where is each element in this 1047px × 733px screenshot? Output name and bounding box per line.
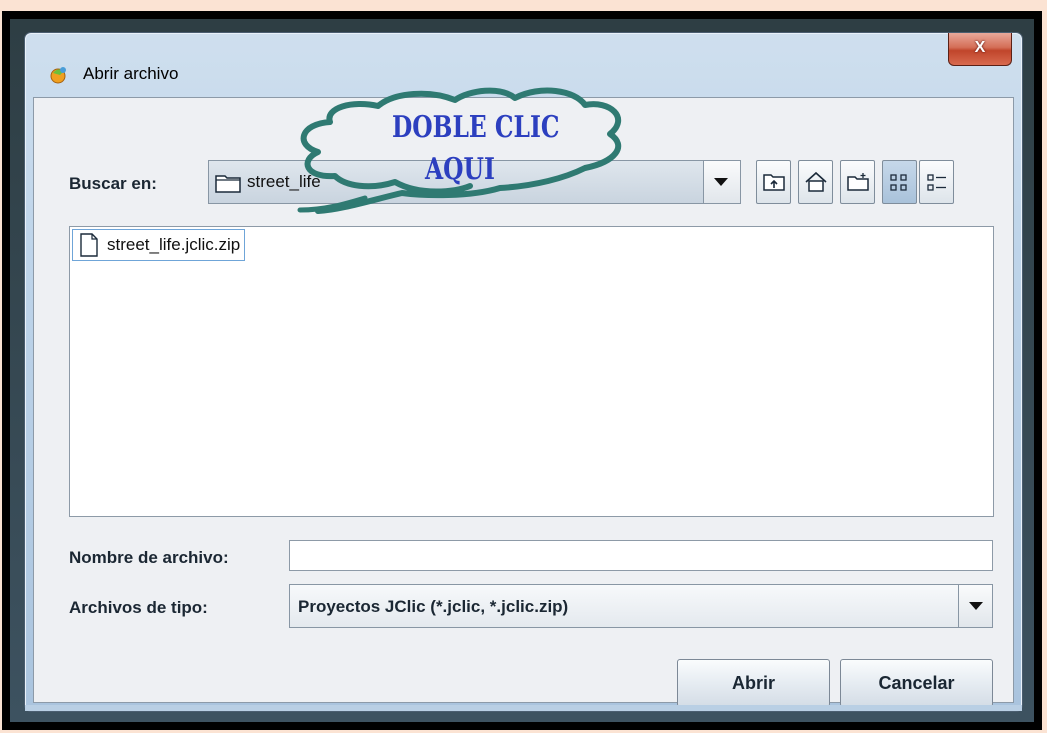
annotation-line1: DOBLE CLIC [392,110,560,145]
annotation-line2: AQUI [425,152,495,187]
